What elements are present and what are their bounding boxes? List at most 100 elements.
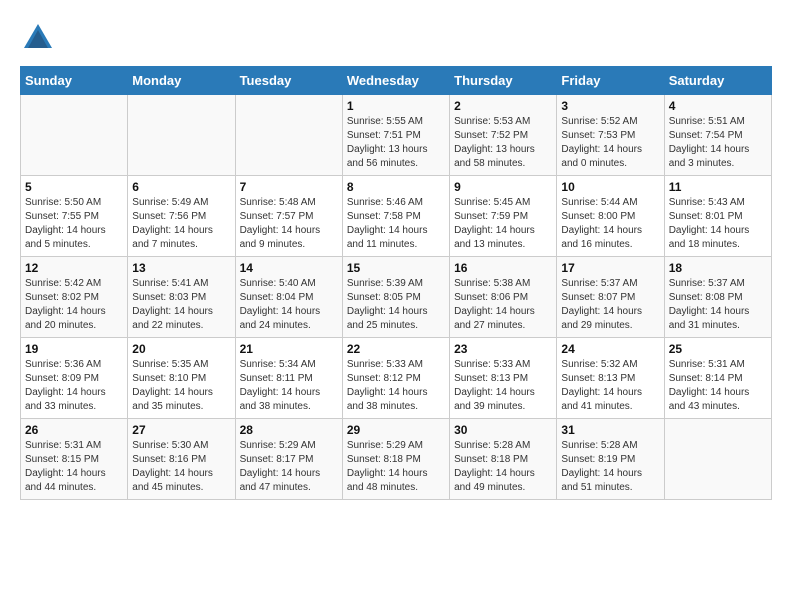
calendar-header: SundayMondayTuesdayWednesdayThursdayFrid…: [21, 67, 772, 95]
day-of-week-header: Thursday: [450, 67, 557, 95]
calendar-week-row: 5Sunrise: 5:50 AMSunset: 7:55 PMDaylight…: [21, 176, 772, 257]
day-detail: Sunrise: 5:41 AMSunset: 8:03 PMDaylight:…: [132, 277, 230, 333]
day-detail: Sunrise: 5:34 AMSunset: 8:11 PMDaylight:…: [240, 358, 338, 414]
day-number: 25: [669, 342, 767, 356]
day-detail: Sunrise: 5:36 AMSunset: 8:09 PMDaylight:…: [25, 358, 123, 414]
calendar-day-cell: 9 Sunrise: 5:45 AMSunset: 7:59 PMDaylight…: [450, 176, 557, 257]
day-detail: Sunrise: 5:35 AMSunset: 8:10 PMDaylight:…: [132, 358, 230, 414]
calendar-week-row: 12 Sunrise: 5:42 AMSunset: 8:02 PMDayligh…: [21, 257, 772, 338]
calendar-day-cell: 25Sunrise: 5:31 AMSunset: 8:14 PMDayligh…: [664, 338, 771, 419]
day-number: 13: [132, 261, 230, 275]
day-detail: Sunrise: 5:55 AMSunset: 7:51 PMDaylight:…: [347, 115, 445, 171]
day-detail: Sunrise: 5:52 AMSunset: 7:53 PMDaylight:…: [561, 115, 659, 171]
day-detail: Sunrise: 5:46 AMSunset: 7:58 PMDaylight:…: [347, 196, 445, 252]
calendar-week-row: 19 Sunrise: 5:36 AMSunset: 8:09 PMDayligh…: [21, 338, 772, 419]
calendar-day-cell: 1Sunrise: 5:55 AMSunset: 7:51 PMDaylight…: [342, 95, 449, 176]
calendar-day-cell: 30 Sunrise: 5:28 AMSunset: 8:18 PMDayligh…: [450, 419, 557, 500]
days-row: SundayMondayTuesdayWednesdayThursdayFrid…: [21, 67, 772, 95]
calendar-day-cell: 10 Sunrise: 5:44 AMSunset: 8:00 PMDayligh…: [557, 176, 664, 257]
day-detail: Sunrise: 5:33 AMSunset: 8:13 PMDaylight:…: [454, 358, 552, 414]
day-of-week-header: Monday: [128, 67, 235, 95]
day-number: 16: [454, 261, 552, 275]
calendar-day-cell: 12 Sunrise: 5:42 AMSunset: 8:02 PMDayligh…: [21, 257, 128, 338]
calendar-day-cell: 31 Sunrise: 5:28 AMSunset: 8:19 PMDayligh…: [557, 419, 664, 500]
day-detail: Sunrise: 5:32 AMSunset: 8:13 PMDaylight:…: [561, 358, 659, 414]
day-detail: Sunrise: 5:44 AMSunset: 8:00 PMDaylight:…: [561, 196, 659, 252]
day-number: 28: [240, 423, 338, 437]
day-number: 7: [240, 180, 338, 194]
calendar-day-cell: [128, 95, 235, 176]
day-number: 24: [561, 342, 659, 356]
calendar-day-cell: 23 Sunrise: 5:33 AMSunset: 8:13 PMDayligh…: [450, 338, 557, 419]
day-number: 29: [347, 423, 445, 437]
day-detail: Sunrise: 5:30 AMSunset: 8:16 PMDaylight:…: [132, 439, 230, 495]
day-number: 27: [132, 423, 230, 437]
day-number: 14: [240, 261, 338, 275]
day-detail: Sunrise: 5:49 AMSunset: 7:56 PMDaylight:…: [132, 196, 230, 252]
day-detail: Sunrise: 5:48 AMSunset: 7:57 PMDaylight:…: [240, 196, 338, 252]
day-detail: Sunrise: 5:38 AMSunset: 8:06 PMDaylight:…: [454, 277, 552, 333]
calendar-day-cell: 15 Sunrise: 5:39 AMSunset: 8:05 PMDayligh…: [342, 257, 449, 338]
calendar-day-cell: 27 Sunrise: 5:30 AMSunset: 8:16 PMDayligh…: [128, 419, 235, 500]
calendar-day-cell: 14Sunrise: 5:40 AMSunset: 8:04 PMDayligh…: [235, 257, 342, 338]
day-detail: Sunrise: 5:43 AMSunset: 8:01 PMDaylight:…: [669, 196, 767, 252]
day-number: 19: [25, 342, 123, 356]
calendar-day-cell: 22 Sunrise: 5:33 AMSunset: 8:12 PMDayligh…: [342, 338, 449, 419]
day-number: 26: [25, 423, 123, 437]
day-number: 31: [561, 423, 659, 437]
calendar-day-cell: 8 Sunrise: 5:46 AMSunset: 7:58 PMDaylight…: [342, 176, 449, 257]
calendar-day-cell: 28Sunrise: 5:29 AMSunset: 8:17 PMDayligh…: [235, 419, 342, 500]
calendar-day-cell: 17Sunrise: 5:37 AMSunset: 8:07 PMDayligh…: [557, 257, 664, 338]
day-number: 18: [669, 261, 767, 275]
calendar-day-cell: 5Sunrise: 5:50 AMSunset: 7:55 PMDaylight…: [21, 176, 128, 257]
day-of-week-header: Sunday: [21, 67, 128, 95]
day-number: 6: [132, 180, 230, 194]
day-number: 10: [561, 180, 659, 194]
day-of-week-header: Tuesday: [235, 67, 342, 95]
calendar-day-cell: 29 Sunrise: 5:29 AMSunset: 8:18 PMDayligh…: [342, 419, 449, 500]
calendar-table: SundayMondayTuesdayWednesdayThursdayFrid…: [20, 66, 772, 500]
page-header: [20, 20, 772, 56]
calendar-day-cell: [664, 419, 771, 500]
day-of-week-header: Wednesday: [342, 67, 449, 95]
calendar-week-row: 1Sunrise: 5:55 AMSunset: 7:51 PMDaylight…: [21, 95, 772, 176]
day-number: 9: [454, 180, 552, 194]
day-number: 11: [669, 180, 767, 194]
day-detail: Sunrise: 5:29 AMSunset: 8:18 PMDaylight:…: [347, 439, 445, 495]
day-detail: Sunrise: 5:39 AMSunset: 8:05 PMDaylight:…: [347, 277, 445, 333]
calendar-day-cell: 7 Sunrise: 5:48 AMSunset: 7:57 PMDaylight…: [235, 176, 342, 257]
day-detail: Sunrise: 5:51 AMSunset: 7:54 PMDaylight:…: [669, 115, 767, 171]
day-number: 2: [454, 99, 552, 113]
calendar-day-cell: 2 Sunrise: 5:53 AMSunset: 7:52 PMDaylight…: [450, 95, 557, 176]
day-detail: Sunrise: 5:42 AMSunset: 8:02 PMDaylight:…: [25, 277, 123, 333]
calendar-day-cell: 3 Sunrise: 5:52 AMSunset: 7:53 PMDaylight…: [557, 95, 664, 176]
calendar-day-cell: 24 Sunrise: 5:32 AMSunset: 8:13 PMDayligh…: [557, 338, 664, 419]
day-detail: Sunrise: 5:45 AMSunset: 7:59 PMDaylight:…: [454, 196, 552, 252]
day-detail: Sunrise: 5:31 AMSunset: 8:15 PMDaylight:…: [25, 439, 123, 495]
day-detail: Sunrise: 5:53 AMSunset: 7:52 PMDaylight:…: [454, 115, 552, 171]
calendar-day-cell: 18Sunrise: 5:37 AMSunset: 8:08 PMDayligh…: [664, 257, 771, 338]
day-number: 12: [25, 261, 123, 275]
calendar-day-cell: 20Sunrise: 5:35 AMSunset: 8:10 PMDayligh…: [128, 338, 235, 419]
calendar-day-cell: 4Sunrise: 5:51 AMSunset: 7:54 PMDaylight…: [664, 95, 771, 176]
calendar-day-cell: 6 Sunrise: 5:49 AMSunset: 7:56 PMDaylight…: [128, 176, 235, 257]
calendar-day-cell: 19 Sunrise: 5:36 AMSunset: 8:09 PMDayligh…: [21, 338, 128, 419]
day-number: 3: [561, 99, 659, 113]
calendar-day-cell: 26 Sunrise: 5:31 AMSunset: 8:15 PMDayligh…: [21, 419, 128, 500]
calendar-body: 1Sunrise: 5:55 AMSunset: 7:51 PMDaylight…: [21, 95, 772, 500]
day-number: 8: [347, 180, 445, 194]
day-number: 30: [454, 423, 552, 437]
calendar-day-cell: 16 Sunrise: 5:38 AMSunset: 8:06 PMDayligh…: [450, 257, 557, 338]
day-detail: Sunrise: 5:28 AMSunset: 8:18 PMDaylight:…: [454, 439, 552, 495]
day-detail: Sunrise: 5:28 AMSunset: 8:19 PMDaylight:…: [561, 439, 659, 495]
logo-icon: [20, 20, 56, 56]
logo: [20, 20, 60, 56]
day-number: 5: [25, 180, 123, 194]
day-number: 22: [347, 342, 445, 356]
day-number: 23: [454, 342, 552, 356]
day-number: 15: [347, 261, 445, 275]
calendar-day-cell: 13 Sunrise: 5:41 AMSunset: 8:03 PMDayligh…: [128, 257, 235, 338]
day-number: 21: [240, 342, 338, 356]
calendar-day-cell: [235, 95, 342, 176]
day-detail: Sunrise: 5:33 AMSunset: 8:12 PMDaylight:…: [347, 358, 445, 414]
